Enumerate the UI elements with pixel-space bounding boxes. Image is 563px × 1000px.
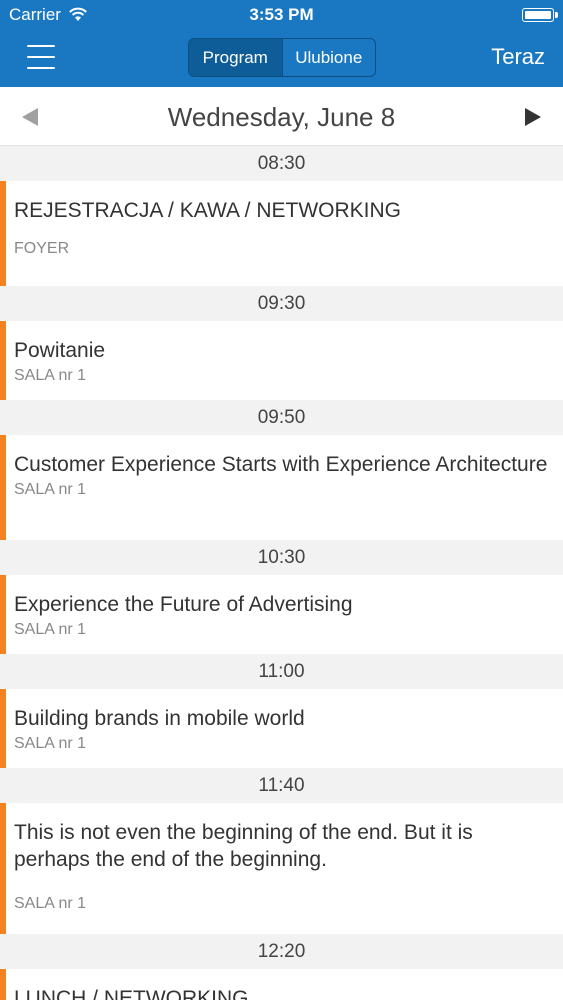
event-item[interactable]: Powitanie SALA nr 1	[0, 321, 563, 400]
event-title: Building brands in mobile world	[14, 707, 305, 730]
event-item[interactable]: REJESTRACJA / KAWA / NETWORKING FOYER	[0, 181, 563, 286]
event-item[interactable]: This is not even the beginning of the en…	[0, 803, 563, 934]
event-item[interactable]: Customer Experience Starts with Experien…	[0, 435, 563, 540]
event-title: Powitanie	[14, 339, 106, 362]
segment-program[interactable]: Program	[189, 39, 282, 76]
segmented-control: Program Ulubione	[188, 38, 376, 77]
event-title: This is not even the beginning of the en…	[14, 821, 473, 871]
nav-bar: Program Ulubione Teraz	[0, 30, 563, 87]
event-room: SALA nr 1	[14, 621, 87, 638]
time-header: 11:40	[0, 768, 563, 803]
time-header: 09:30	[0, 286, 563, 321]
date-label: Wednesday, June 8	[167, 102, 396, 132]
event-title: Customer Experience Starts with Experien…	[14, 453, 548, 476]
time-header: 08:30	[0, 146, 563, 181]
segment-ulubione[interactable]: Ulubione	[281, 39, 376, 76]
time-header: 10:30	[0, 540, 563, 575]
date-header: Wednesday, June 8	[0, 87, 563, 146]
time-header: 12:20	[0, 934, 563, 969]
event-title: REJESTRACJA / KAWA / NETWORKING	[14, 199, 401, 222]
arrow-right-icon[interactable]	[525, 108, 541, 126]
schedule-list: 08:30 REJESTRACJA / KAWA / NETWORKING FO…	[0, 146, 563, 1000]
now-button[interactable]: Teraz	[491, 44, 545, 70]
status-bar: Carrier 3:53 PM	[0, 0, 563, 30]
event-item[interactable]: Experience the Future of Advertising SAL…	[0, 575, 563, 654]
status-time: 3:53 PM	[249, 5, 314, 24]
event-item[interactable]: Building brands in mobile world SALA nr …	[0, 689, 563, 768]
hamburger-menu-icon[interactable]	[27, 45, 55, 69]
time-header: 09:50	[0, 400, 563, 435]
event-room: SALA nr 1	[14, 367, 87, 384]
event-room: FOYER	[14, 240, 70, 257]
battery-icon	[522, 8, 558, 22]
event-room: SALA nr 1	[14, 481, 87, 498]
event-title: Experience the Future of Advertising	[14, 593, 353, 616]
event-room: SALA nr 1	[14, 735, 87, 752]
time-header: 11:00	[0, 654, 563, 689]
event-item[interactable]: LUNCH / NETWORKING	[0, 969, 563, 1000]
event-room: SALA nr 1	[14, 895, 87, 912]
event-title: LUNCH / NETWORKING	[14, 987, 249, 1000]
